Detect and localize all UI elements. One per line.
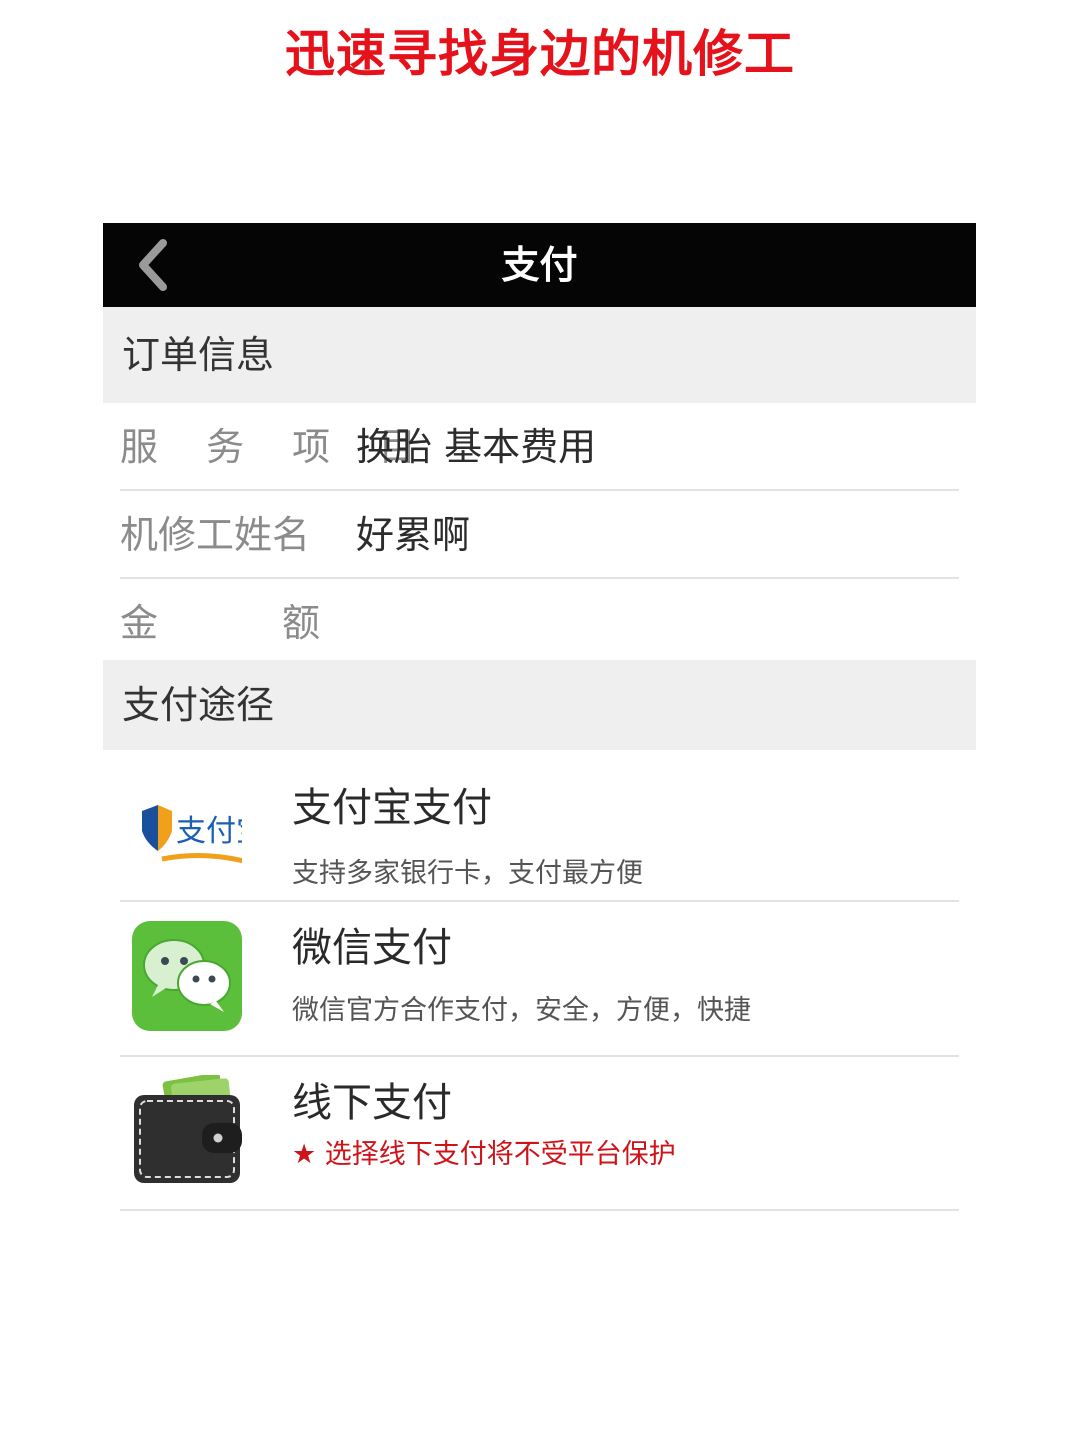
payment-screen: 支付 订单信息 服 务 项 目 换胎 基本费用 机修工姓名 好累啊 金 额 支付…	[103, 223, 976, 1439]
order-info-header: 订单信息	[103, 307, 976, 403]
service-value: 换胎 基本费用	[356, 425, 597, 469]
offline-pay-warning: ★ 选择线下支付将不受平台保护	[292, 1139, 676, 1170]
alipay-logo-text: 支付宝	[176, 814, 242, 849]
wechat-pay-name: 微信支付	[292, 925, 452, 971]
alipay-option[interactable]: 支付宝 支付宝支付 支持多家银行卡，支付最方便	[103, 750, 976, 900]
mechanic-value: 好累啊	[356, 513, 471, 557]
amount-label: 金 额	[120, 579, 320, 667]
nav-title: 支付	[501, 243, 578, 287]
promo-title: 迅速寻找身边的机修工	[285, 25, 795, 83]
wechat-pay-option[interactable]: 微信支付 微信官方合作支付，安全，方便，快捷	[103, 902, 976, 1055]
wallet-icon	[134, 1075, 242, 1183]
divider	[120, 1209, 959, 1211]
alipay-name: 支付宝支付	[292, 785, 492, 831]
service-row: 服 务 项 目 换胎 基本费用	[103, 403, 976, 491]
alipay-desc: 支持多家银行卡，支付最方便	[292, 858, 643, 889]
alipay-icon: 支付宝	[142, 805, 242, 864]
wechat-icon	[132, 921, 242, 1031]
wechat-pay-desc: 微信官方合作支付，安全，方便，快捷	[292, 995, 751, 1026]
offline-pay-option[interactable]: 线下支付 ★ 选择线下支付将不受平台保护	[103, 1057, 976, 1210]
nav-bar: 支付	[103, 223, 976, 307]
amount-row: 金 额	[103, 579, 976, 667]
mechanic-row: 机修工姓名 好累啊	[103, 491, 976, 579]
payment-methods-header: 支付途径	[103, 660, 976, 750]
mechanic-label: 机修工姓名	[120, 513, 311, 557]
offline-pay-name: 线下支付	[292, 1080, 452, 1126]
amount-label-left: 金	[120, 601, 159, 645]
amount-label-right: 额	[281, 601, 320, 645]
